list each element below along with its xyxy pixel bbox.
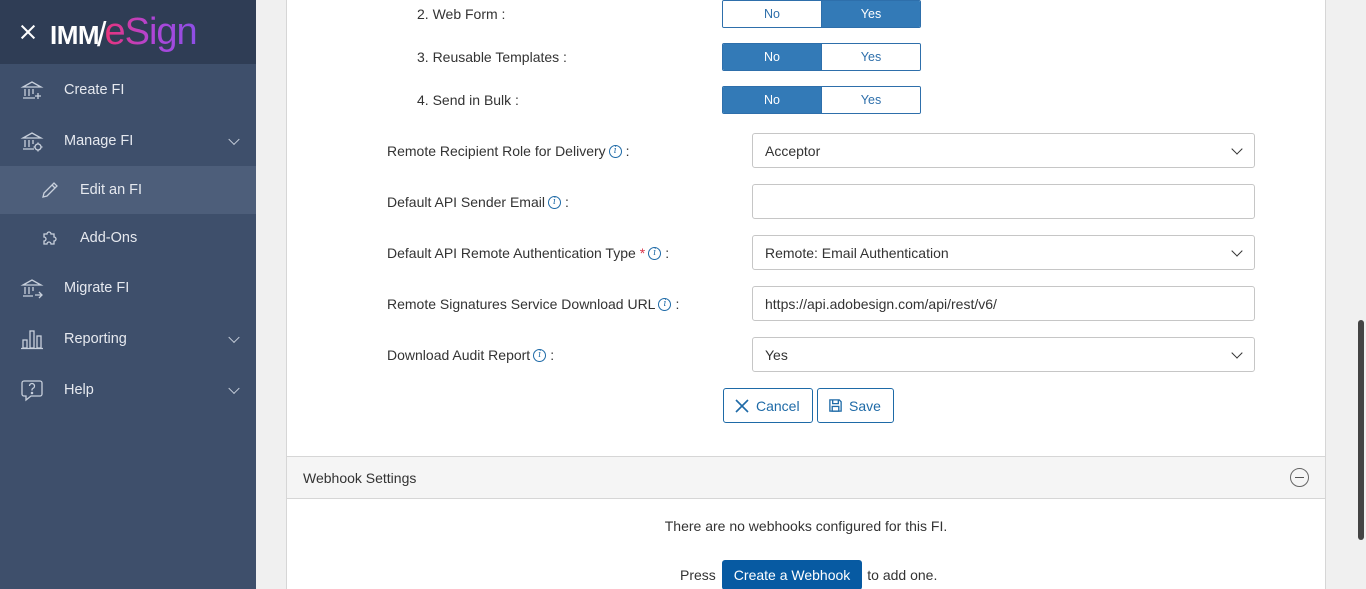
bar-chart-icon [20,327,44,351]
info-icon[interactable]: i [608,144,622,158]
save-button[interactable]: Save [817,388,894,423]
web-form-yes-option[interactable]: Yes [821,1,920,27]
send-in-bulk-label: 4. Send in Bulk : [417,92,519,108]
no-webhooks-message: There are no webhooks configured for thi… [664,518,948,534]
select-value: Acceptor [765,142,821,159]
reusable-templates-yes-option[interactable]: Yes [821,44,920,70]
sidebar: IMM / eSign Create FI Manage FI Edit an … [0,0,256,589]
sidebar-item-label: Create FI [64,81,125,98]
sidebar-item-reporting[interactable]: Reporting [0,313,256,364]
chevron-down-icon [228,331,240,343]
sidebar-item-label: Manage FI [64,132,134,149]
create-webhook-line: Press Create a Webhook to add one. [680,560,937,589]
logo-imm: IMM [50,19,100,50]
chevron-down-icon [1231,347,1243,359]
sidebar-header: IMM / eSign [0,0,256,64]
sidebar-item-edit-fi[interactable]: Edit an FI [0,166,256,214]
info-icon[interactable]: i [533,348,547,362]
webhook-settings-header[interactable]: Webhook Settings [286,457,1326,499]
reusable-templates-label: 3. Reusable Templates : [417,49,567,65]
label-colon: : [625,143,630,159]
save-label: Save [849,397,881,414]
webhook-settings-body: There are no webhooks configured for thi… [286,499,1326,589]
sidebar-item-manage-fi[interactable]: Manage FI [0,115,256,166]
to-add-text: to add one. [867,567,938,583]
field-label: Default API Sender Email [387,194,545,210]
sidebar-item-create-fi[interactable]: Create FI [0,64,256,115]
sidebar-item-label: Migrate FI [64,279,130,296]
sidebar-item-label: Add-Ons [80,230,138,246]
reusable-templates-toggle: No Yes [722,43,921,71]
send-in-bulk-yes-option[interactable]: Yes [821,87,920,113]
cancel-button[interactable]: Cancel [723,388,813,423]
cancel-label: Cancel [756,397,800,414]
required-marker: * [639,245,646,261]
select-value: Yes [765,346,788,363]
default-api-sender-email-input[interactable] [752,184,1255,219]
remote-auth-type-label-row: Default API Remote Authentication Type *… [387,244,669,262]
field-label: Default API Remote Authentication Type [387,245,636,261]
remote-recipient-role-select[interactable]: Acceptor [752,133,1255,168]
remote-recipient-role-label-row: Remote Recipient Role for Delivery i : [387,142,630,160]
web-form-toggle: No Yes [722,0,921,28]
default-api-sender-email-label-row: Default API Sender Email i : [387,193,569,211]
sidebar-item-add-ons[interactable]: Add-Ons [0,214,256,262]
create-webhook-button[interactable]: Create a Webhook [721,560,863,589]
download-url-input[interactable]: https://api.adobesign.com/api/rest/v6/ [752,286,1255,321]
logo-esign: eSign [104,10,198,53]
field-label: Remote Recipient Role for Delivery [387,143,606,159]
settings-panel: 2. Web Form : No Yes 3. Reusable Templat… [286,0,1326,457]
web-form-label: 2. Web Form : [417,6,506,22]
bank-gear-icon [20,129,44,153]
sidebar-item-label: Edit an FI [80,182,143,198]
floppy-disk-icon [829,399,842,412]
collapse-minus-icon[interactable] [1290,468,1309,487]
download-audit-report-select[interactable]: Yes [752,337,1255,372]
remote-auth-type-select[interactable]: Remote: Email Authentication [752,235,1255,270]
label-colon: : [564,194,569,210]
scrollbar-thumb[interactable] [1358,320,1364,540]
download-audit-report-label-row: Download Audit Report i : [387,346,554,364]
webhook-settings-title: Webhook Settings [303,469,417,486]
sidebar-item-label: Reporting [64,330,127,347]
info-icon[interactable]: i [648,246,662,260]
send-in-bulk-toggle: No Yes [722,86,921,114]
input-value: https://api.adobesign.com/api/rest/v6/ [765,295,997,312]
logo-slash: / [97,15,107,54]
info-icon[interactable]: i [547,195,561,209]
chevron-down-icon [1231,143,1243,155]
bank-arrow-icon [20,276,44,300]
chevron-down-icon [228,133,240,145]
logo: IMM / eSign [50,10,198,54]
field-label: Download Audit Report [387,347,531,363]
close-icon [735,398,749,413]
label-colon: : [675,296,680,312]
close-icon[interactable] [18,22,38,42]
press-text: Press [680,567,716,583]
main-content: 2. Web Form : No Yes 3. Reusable Templat… [256,0,1356,589]
help-icon [20,378,44,402]
sidebar-item-help[interactable]: Help [0,364,256,415]
page-scrollbar[interactable] [1356,0,1366,589]
chevron-down-icon [228,382,240,394]
label-colon: : [665,245,670,261]
puzzle-icon [38,226,62,250]
download-url-label-row: Remote Signatures Service Download URL i… [387,295,679,313]
send-in-bulk-no-option[interactable]: No [723,87,821,113]
select-value: Remote: Email Authentication [765,244,949,261]
field-label: Remote Signatures Service Download URL [387,296,656,312]
bank-add-icon [20,78,44,102]
pencil-icon [38,178,62,202]
info-icon[interactable]: i [658,297,672,311]
label-colon: : [550,347,555,363]
reusable-templates-no-option[interactable]: No [723,44,821,70]
sidebar-item-label: Help [64,381,94,398]
web-form-no-option[interactable]: No [723,1,821,27]
chevron-down-icon [1231,245,1243,257]
sidebar-item-migrate-fi[interactable]: Migrate FI [0,262,256,313]
